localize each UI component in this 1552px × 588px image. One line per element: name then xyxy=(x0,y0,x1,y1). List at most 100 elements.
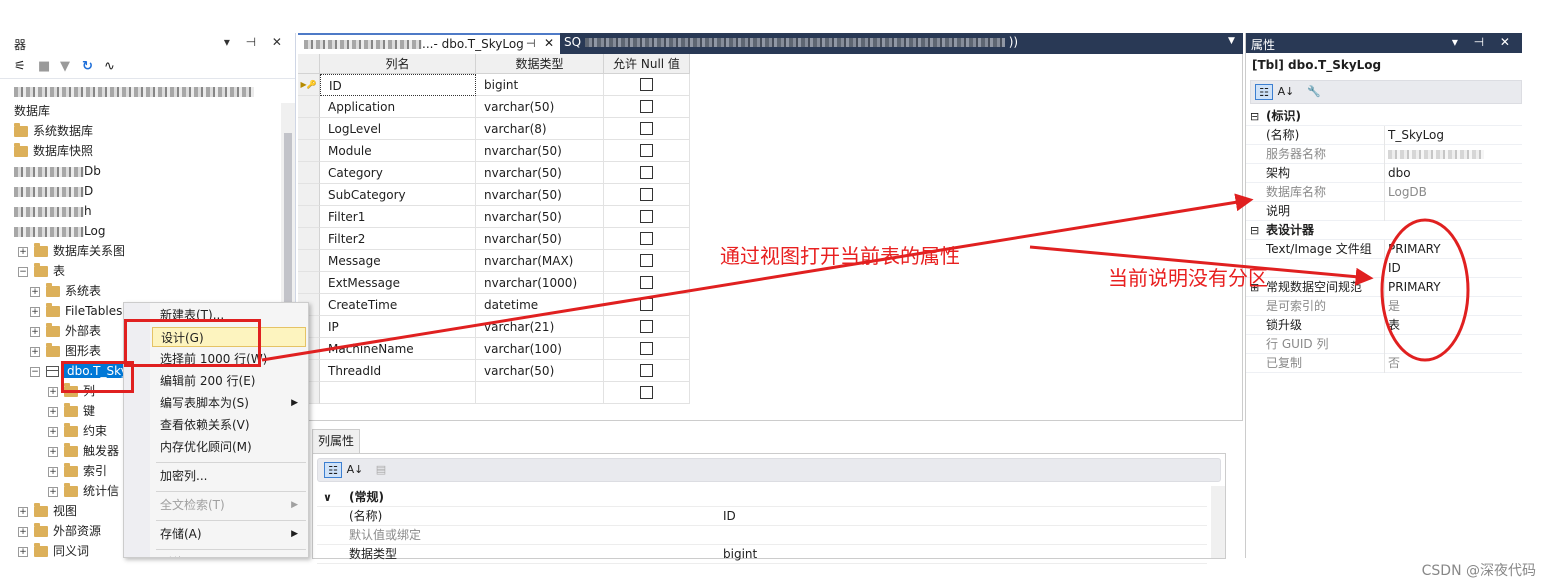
allow-null-checkbox[interactable] xyxy=(640,144,653,157)
cell-data-type[interactable]: nvarchar(50) xyxy=(476,140,604,162)
cell-data-type[interactable]: nvarchar(50) xyxy=(476,162,604,184)
tree-node[interactable]: D xyxy=(14,181,93,201)
tree-node[interactable]: + 键 xyxy=(48,401,95,421)
property-row[interactable]: ⊞ 常规数据空间规范 PRIMARY xyxy=(1246,278,1522,297)
expand-icon[interactable]: + xyxy=(18,526,28,537)
tree-node[interactable]: + 视图 xyxy=(18,501,77,521)
column-property-row[interactable]: 默认值或绑定 xyxy=(317,526,1207,545)
row-selector[interactable] xyxy=(298,228,320,250)
expand-icon[interactable]: + xyxy=(30,346,40,357)
property-row[interactable]: ID xyxy=(1246,259,1522,278)
cell-data-type[interactable]: varchar(8) xyxy=(476,118,604,140)
sort-alpha-icon[interactable]: A↓ xyxy=(346,462,364,478)
cell-data-type[interactable]: varchar(50) xyxy=(476,360,604,382)
column-property-row[interactable]: ∨ (常规) xyxy=(317,488,1207,507)
menu-item[interactable]: 编写表脚本为(S) ▶ xyxy=(160,393,300,413)
allow-null-checkbox[interactable] xyxy=(640,210,653,223)
expand-icon[interactable]: + xyxy=(48,486,58,497)
allow-null-checkbox[interactable] xyxy=(640,276,653,289)
expand-icon[interactable]: + xyxy=(48,466,58,477)
collapse-icon[interactable]: ⊟ xyxy=(1250,107,1259,126)
cell-column-name[interactable]: Module xyxy=(320,140,476,162)
cell-column-name[interactable]: IP xyxy=(320,316,476,338)
menu-item[interactable]: 内存优化顾问(M) xyxy=(160,437,300,457)
tree-node[interactable]: + 外部表 xyxy=(30,321,101,341)
expand-icon[interactable]: + xyxy=(30,306,40,317)
wrench-icon[interactable]: 🔧 xyxy=(1305,84,1323,100)
allow-null-checkbox[interactable] xyxy=(640,364,653,377)
tree-node[interactable]: h xyxy=(14,201,92,221)
tree-node[interactable]: + FileTables xyxy=(30,301,122,321)
allow-null-checkbox[interactable] xyxy=(640,342,653,355)
property-row[interactable]: 锁升级 表 xyxy=(1246,316,1522,335)
cell-column-name[interactable]: LogLevel xyxy=(320,118,476,140)
filter-icon[interactable]: ▼ xyxy=(60,59,70,74)
sort-alpha-icon[interactable]: A↓ xyxy=(1277,84,1295,100)
property-row[interactable]: 数据库名称 LogDB xyxy=(1246,183,1522,202)
disconnect-icon[interactable]: ■ xyxy=(38,59,50,74)
property-row[interactable]: (名称) T_SkyLog xyxy=(1246,126,1522,145)
allow-null-checkbox[interactable] xyxy=(640,232,653,245)
row-selector[interactable] xyxy=(298,250,320,272)
tree-node[interactable]: 数据库快照 xyxy=(14,141,93,161)
allow-null-checkbox[interactable] xyxy=(640,254,653,267)
expand-icon[interactable]: + xyxy=(48,386,58,397)
cell-data-type[interactable]: varchar(21) xyxy=(476,316,604,338)
expand-icon[interactable]: − xyxy=(18,266,28,277)
cell-column-name[interactable]: Message xyxy=(320,250,476,272)
tree-node[interactable]: + 索引 xyxy=(48,461,107,481)
cell-data-type[interactable]: nvarchar(1000) xyxy=(476,272,604,294)
tree-node[interactable]: Log xyxy=(14,221,105,241)
cell-data-type[interactable]: nvarchar(MAX) xyxy=(476,250,604,272)
tree-node[interactable]: Db xyxy=(14,161,101,181)
expand-icon[interactable]: + xyxy=(30,326,40,337)
cell-data-type[interactable]: nvarchar(50) xyxy=(476,184,604,206)
primary-key-icon[interactable]: ▶🔑 xyxy=(298,74,320,96)
menu-item[interactable]: 编辑前 200 行(E) xyxy=(160,371,300,391)
cell-column-name[interactable]: Category xyxy=(320,162,476,184)
expand-icon[interactable]: + xyxy=(48,406,58,417)
cell-column-name[interactable]: Filter1 xyxy=(320,206,476,228)
refresh-icon[interactable]: ↻ xyxy=(82,59,93,74)
cell-data-type[interactable]: nvarchar(50) xyxy=(476,228,604,250)
collapse-icon[interactable]: ⊟ xyxy=(1250,221,1259,240)
allow-null-checkbox[interactable] xyxy=(640,100,653,113)
server-node[interactable] xyxy=(14,81,254,101)
allow-null-checkbox[interactable] xyxy=(640,320,653,333)
cell-column-name[interactable]: CreateTime xyxy=(320,294,476,316)
cell-column-name[interactable]: Application xyxy=(320,96,476,118)
property-row[interactable]: Text/Image 文件组 PRIMARY xyxy=(1246,240,1522,259)
row-selector[interactable] xyxy=(298,206,320,228)
tree-node[interactable]: + 系统表 xyxy=(30,281,101,301)
column-property-row[interactable]: 数据类型 bigint xyxy=(317,545,1207,564)
tab-table-designer[interactable]: ...- dbo.T_SkyLog ⊣ ✕ xyxy=(298,33,560,54)
cell-column-name[interactable]: SubCategory xyxy=(320,184,476,206)
tab-dropdown-icon[interactable]: ▼ xyxy=(1228,36,1235,46)
cell-data-type[interactable] xyxy=(476,382,604,404)
property-row[interactable]: 已复制 否 xyxy=(1246,354,1522,373)
property-row[interactable]: 说明 xyxy=(1246,202,1522,221)
categorized-icon[interactable]: ☷ xyxy=(1255,84,1273,100)
tree-node[interactable]: + 同义词 xyxy=(18,541,89,558)
expand-icon[interactable]: − xyxy=(30,366,40,377)
collapse-icon[interactable]: ∨ xyxy=(323,488,332,507)
tree-node[interactable]: 数据库 xyxy=(14,101,50,121)
tree-node[interactable]: + 触发器 xyxy=(48,441,119,461)
cell-column-name[interactable]: ExtMessage xyxy=(320,272,476,294)
cell-data-type[interactable]: datetime xyxy=(476,294,604,316)
activity-icon[interactable]: ∿ xyxy=(104,59,115,74)
expand-icon[interactable]: + xyxy=(48,446,58,457)
cell-data-type[interactable]: bigint xyxy=(476,74,604,96)
menu-item[interactable]: 加密列... xyxy=(160,466,300,486)
cell-column-name[interactable]: MachineName xyxy=(320,338,476,360)
cell-data-type[interactable]: varchar(100) xyxy=(476,338,604,360)
panel-window-buttons[interactable]: ▾ ⊣ ✕ xyxy=(224,35,288,49)
categorized-icon[interactable]: ☷ xyxy=(324,462,342,478)
row-selector[interactable] xyxy=(298,140,320,162)
tree-node[interactable]: + 外部资源 xyxy=(18,521,101,541)
property-row[interactable]: 是可索引的 是 xyxy=(1246,297,1522,316)
property-row[interactable]: 服务器名称 xyxy=(1246,145,1522,164)
property-pages-icon[interactable]: ▤ xyxy=(372,462,390,478)
menu-item[interactable]: 延伸(S) ▶ xyxy=(160,553,300,557)
cell-data-type[interactable]: nvarchar(50) xyxy=(476,206,604,228)
